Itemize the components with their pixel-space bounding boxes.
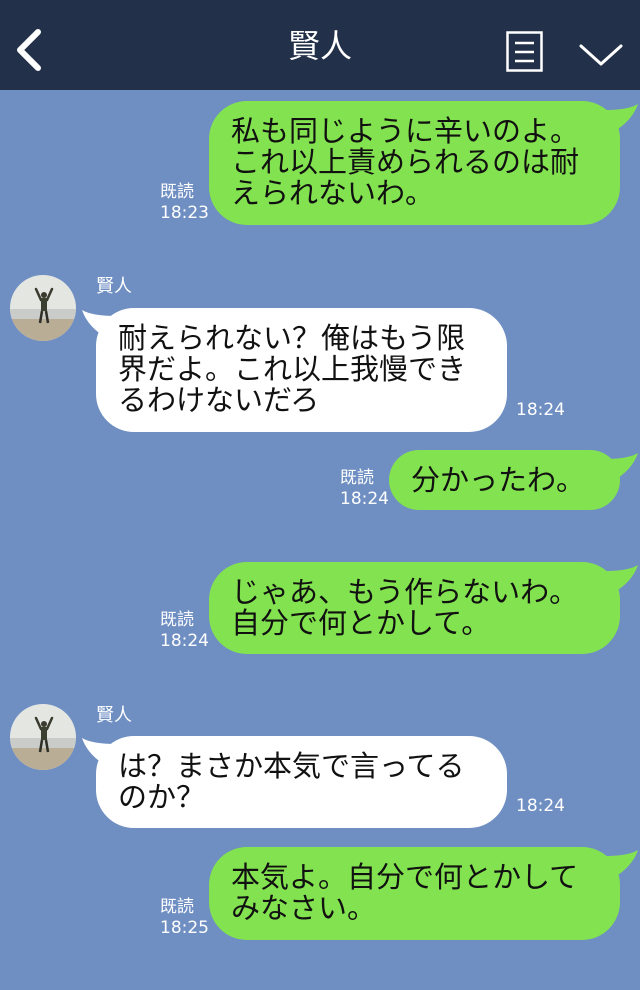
message-time: 18:23 [160, 203, 209, 223]
message-time: 18:24 [340, 489, 389, 509]
message-meta: 既読 18:24 [340, 468, 389, 510]
sender-name: 賢人 [96, 705, 132, 726]
message-text: 私も同じように辛いのよ。これ以上責められるのは耐えられないわ。 [231, 114, 580, 210]
bubble-tail [604, 850, 638, 880]
message-bubble[interactable]: 分かったわ。 [389, 450, 620, 510]
message-text: 本気よ。自分で何とかしてみなさい。 [231, 860, 579, 925]
bubble-tail [604, 104, 638, 134]
message-text: 耐えられない？俺はもう限界だよ。これ以上我慢できるわけないだろ [118, 321, 467, 417]
read-receipt: 既読 [160, 610, 194, 630]
message-time: 18:24 [516, 400, 565, 420]
bubble-tail [604, 453, 638, 483]
message-text: は？まさか本気で言ってるのか？ [118, 749, 465, 814]
read-receipt: 既読 [340, 468, 374, 488]
message-list[interactable]: 既読 18:23 私も同じように辛いのよ。これ以上責められるのは耐えられないわ。… [0, 90, 640, 990]
chevron-down-icon[interactable] [578, 42, 624, 68]
message-bubble[interactable]: じゃあ、もう作らないわ。自分で何とかして。 [209, 562, 620, 654]
message-time: 18:25 [160, 918, 209, 938]
message-outgoing: 既読 18:24 じゃあ、もう作らないわ。自分で何とかして。 [0, 558, 640, 658]
message-bubble[interactable]: 私も同じように辛いのよ。これ以上責められるのは耐えられないわ。 [209, 101, 620, 225]
read-receipt: 既読 [160, 182, 194, 202]
message-text: じゃあ、もう作らないわ。自分で何とかして。 [231, 575, 579, 640]
message-meta: 既読 18:23 [160, 182, 209, 224]
chat-header: 賢人 [0, 0, 640, 90]
message-outgoing: 既読 18:24 分かったわ。 [0, 445, 640, 515]
message-outgoing: 既読 18:25 本気よ。自分で何とかしてみなさい。 [0, 842, 640, 944]
avatar[interactable] [10, 704, 76, 770]
message-bubble[interactable]: 本気よ。自分で何とかしてみなさい。 [209, 847, 620, 940]
message-outgoing: 既読 18:23 私も同じように辛いのよ。これ以上責められるのは耐えられないわ。 [0, 90, 640, 230]
message-text: 分かったわ。 [411, 463, 586, 497]
bubble-tail [604, 565, 638, 595]
message-incoming: 賢人 は？まさか本気で言ってるのか？ 18:24 [0, 698, 640, 833]
message-bubble[interactable]: 耐えられない？俺はもう限界だよ。これ以上我慢できるわけないだろ [96, 308, 507, 432]
avatar-image [10, 704, 76, 770]
read-receipt: 既読 [160, 897, 194, 917]
sender-name: 賢人 [96, 276, 132, 297]
message-meta: 既読 18:24 [160, 610, 209, 652]
message-time: 18:24 [160, 631, 209, 651]
avatar-image [10, 275, 76, 341]
message-bubble[interactable]: は？まさか本気で言ってるのか？ [96, 736, 507, 828]
list-icon[interactable] [506, 31, 543, 72]
message-incoming: 賢人 耐えられない？俺はもう限界だよ。これ以上我慢できるわけないだろ 18:24 [0, 270, 640, 435]
message-time: 18:24 [516, 796, 565, 816]
message-meta: 既読 18:25 [160, 897, 209, 939]
chat-title: 賢人 [287, 27, 352, 65]
avatar[interactable] [10, 275, 76, 341]
